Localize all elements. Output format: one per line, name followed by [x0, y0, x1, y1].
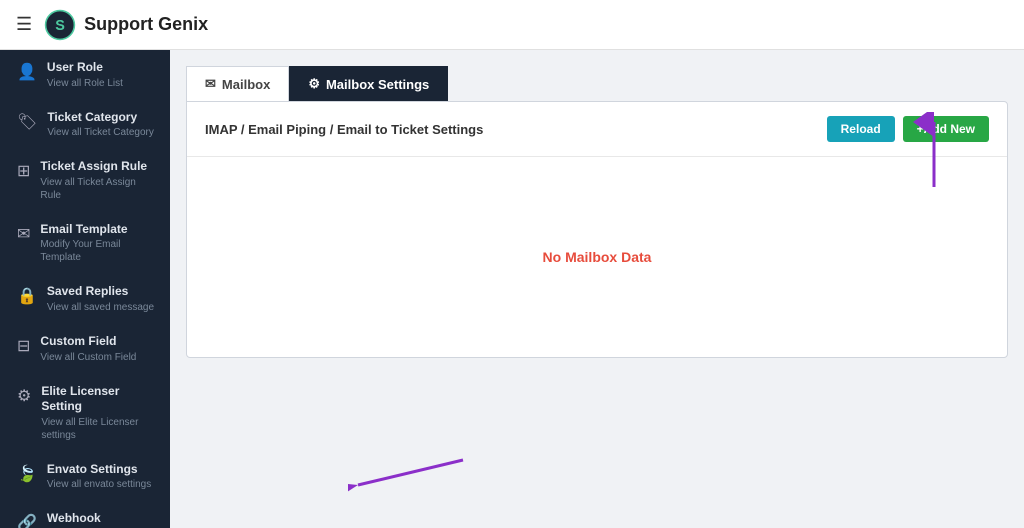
- email-to-ticket-arrow-annotation: [348, 440, 468, 500]
- sidebar-label-elite-licenser: Elite Licenser Setting: [41, 384, 156, 415]
- sidebar-label-ticket-assign: Ticket Assign Rule: [40, 159, 156, 175]
- ticket-category-icon: 🏷: [17, 112, 37, 132]
- sidebar-sublabel-user-role: View all Role List: [47, 77, 123, 90]
- mailbox-settings-tab-icon: ⚙: [308, 76, 320, 92]
- tab-mailbox-settings[interactable]: ⚙ Mailbox Settings: [289, 66, 448, 101]
- card-actions: Reload +Add New: [827, 116, 989, 142]
- logo-text: Support Genix: [84, 14, 208, 35]
- sidebar-sublabel-custom-field: View all Custom Field: [40, 351, 136, 364]
- sidebar-label-ticket-category: Ticket Category: [47, 110, 154, 126]
- sidebar-label-webhook: Webhook: [47, 511, 131, 527]
- tab-mailbox-label: Mailbox: [222, 77, 270, 92]
- tabs: ✉ Mailbox ⚙ Mailbox Settings: [186, 66, 1008, 101]
- sidebar-sublabel-email-template: Modify Your Email Template: [40, 238, 156, 264]
- custom-field-icon: ⊟: [17, 336, 30, 356]
- sidebar-sublabel-ticket-category: View all Ticket Category: [47, 126, 154, 139]
- email-template-icon: ✉: [17, 224, 30, 244]
- content-card: IMAP / Email Piping / Email to Ticket Se…: [186, 101, 1008, 358]
- sidebar-item-custom-field[interactable]: ⊟ Custom Field View all Custom Field: [0, 324, 170, 374]
- sidebar-item-ticket-category[interactable]: 🏷 Ticket Category View all Ticket Catego…: [0, 100, 170, 150]
- no-data-message: No Mailbox Data: [543, 249, 652, 265]
- tab-mailbox[interactable]: ✉ Mailbox: [186, 66, 289, 101]
- webhook-icon: 🔗: [17, 513, 37, 528]
- sidebar-item-webhook[interactable]: 🔗 Webhook View all Webhooks: [0, 501, 170, 528]
- sidebar-label-email-template: Email Template: [40, 222, 156, 238]
- sidebar-label-saved-replies: Saved Replies: [47, 284, 154, 300]
- sidebar-item-envato-settings[interactable]: 🍃 Envato Settings View all envato settin…: [0, 452, 170, 502]
- ticket-assign-icon: ⊞: [17, 161, 30, 181]
- sidebar-item-elite-licenser[interactable]: ⚙ Elite Licenser Setting View all Elite …: [0, 374, 170, 452]
- add-new-button[interactable]: +Add New: [903, 116, 989, 142]
- sidebar-label-custom-field: Custom Field: [40, 334, 136, 350]
- saved-replies-icon: 🔒: [17, 286, 37, 306]
- sidebar-item-user-role[interactable]: 👤 User Role View all Role List: [0, 50, 170, 100]
- logo-icon: S: [44, 9, 76, 41]
- topbar: ☰ S Support Genix: [0, 0, 1024, 50]
- sidebar-label-envato: Envato Settings: [47, 462, 151, 478]
- sidebar-item-saved-replies[interactable]: 🔒 Saved Replies View all saved message: [0, 274, 170, 324]
- sidebar-sublabel-elite-licenser: View all Elite Licenser settings: [41, 416, 156, 442]
- card-title: IMAP / Email Piping / Email to Ticket Se…: [205, 122, 483, 137]
- envato-icon: 🍃: [17, 464, 37, 484]
- main-wrapper: ✉ Mailbox ⚙ Mailbox Settings IMAP / Emai…: [170, 50, 1024, 528]
- user-role-icon: 👤: [17, 62, 37, 82]
- sidebar: 👤 User Role View all Role List 🏷 Ticket …: [0, 50, 170, 528]
- sidebar-label-user-role: User Role: [47, 60, 123, 76]
- sidebar-sublabel-ticket-assign: View all Ticket Assign Rule: [40, 176, 156, 202]
- elite-licenser-icon: ⚙: [17, 386, 31, 406]
- logo: S Support Genix: [44, 9, 208, 41]
- layout: 👤 User Role View all Role List 🏷 Ticket …: [0, 50, 1024, 528]
- sidebar-item-email-template[interactable]: ✉ Email Template Modify Your Email Templ…: [0, 212, 170, 275]
- reload-button[interactable]: Reload: [827, 116, 895, 142]
- svg-text:S: S: [55, 17, 65, 33]
- mailbox-tab-icon: ✉: [205, 76, 216, 92]
- tab-mailbox-settings-label: Mailbox Settings: [326, 77, 429, 92]
- menu-icon[interactable]: ☰: [16, 14, 32, 35]
- card-header: IMAP / Email Piping / Email to Ticket Se…: [187, 102, 1007, 157]
- card-body: No Mailbox Data: [187, 157, 1007, 357]
- sidebar-sublabel-envato: View all envato settings: [47, 478, 151, 491]
- sidebar-sublabel-saved-replies: View all saved message: [47, 301, 154, 314]
- main-content: ✉ Mailbox ⚙ Mailbox Settings IMAP / Emai…: [170, 50, 1024, 374]
- sidebar-item-ticket-assign-rule[interactable]: ⊞ Ticket Assign Rule View all Ticket Ass…: [0, 149, 170, 212]
